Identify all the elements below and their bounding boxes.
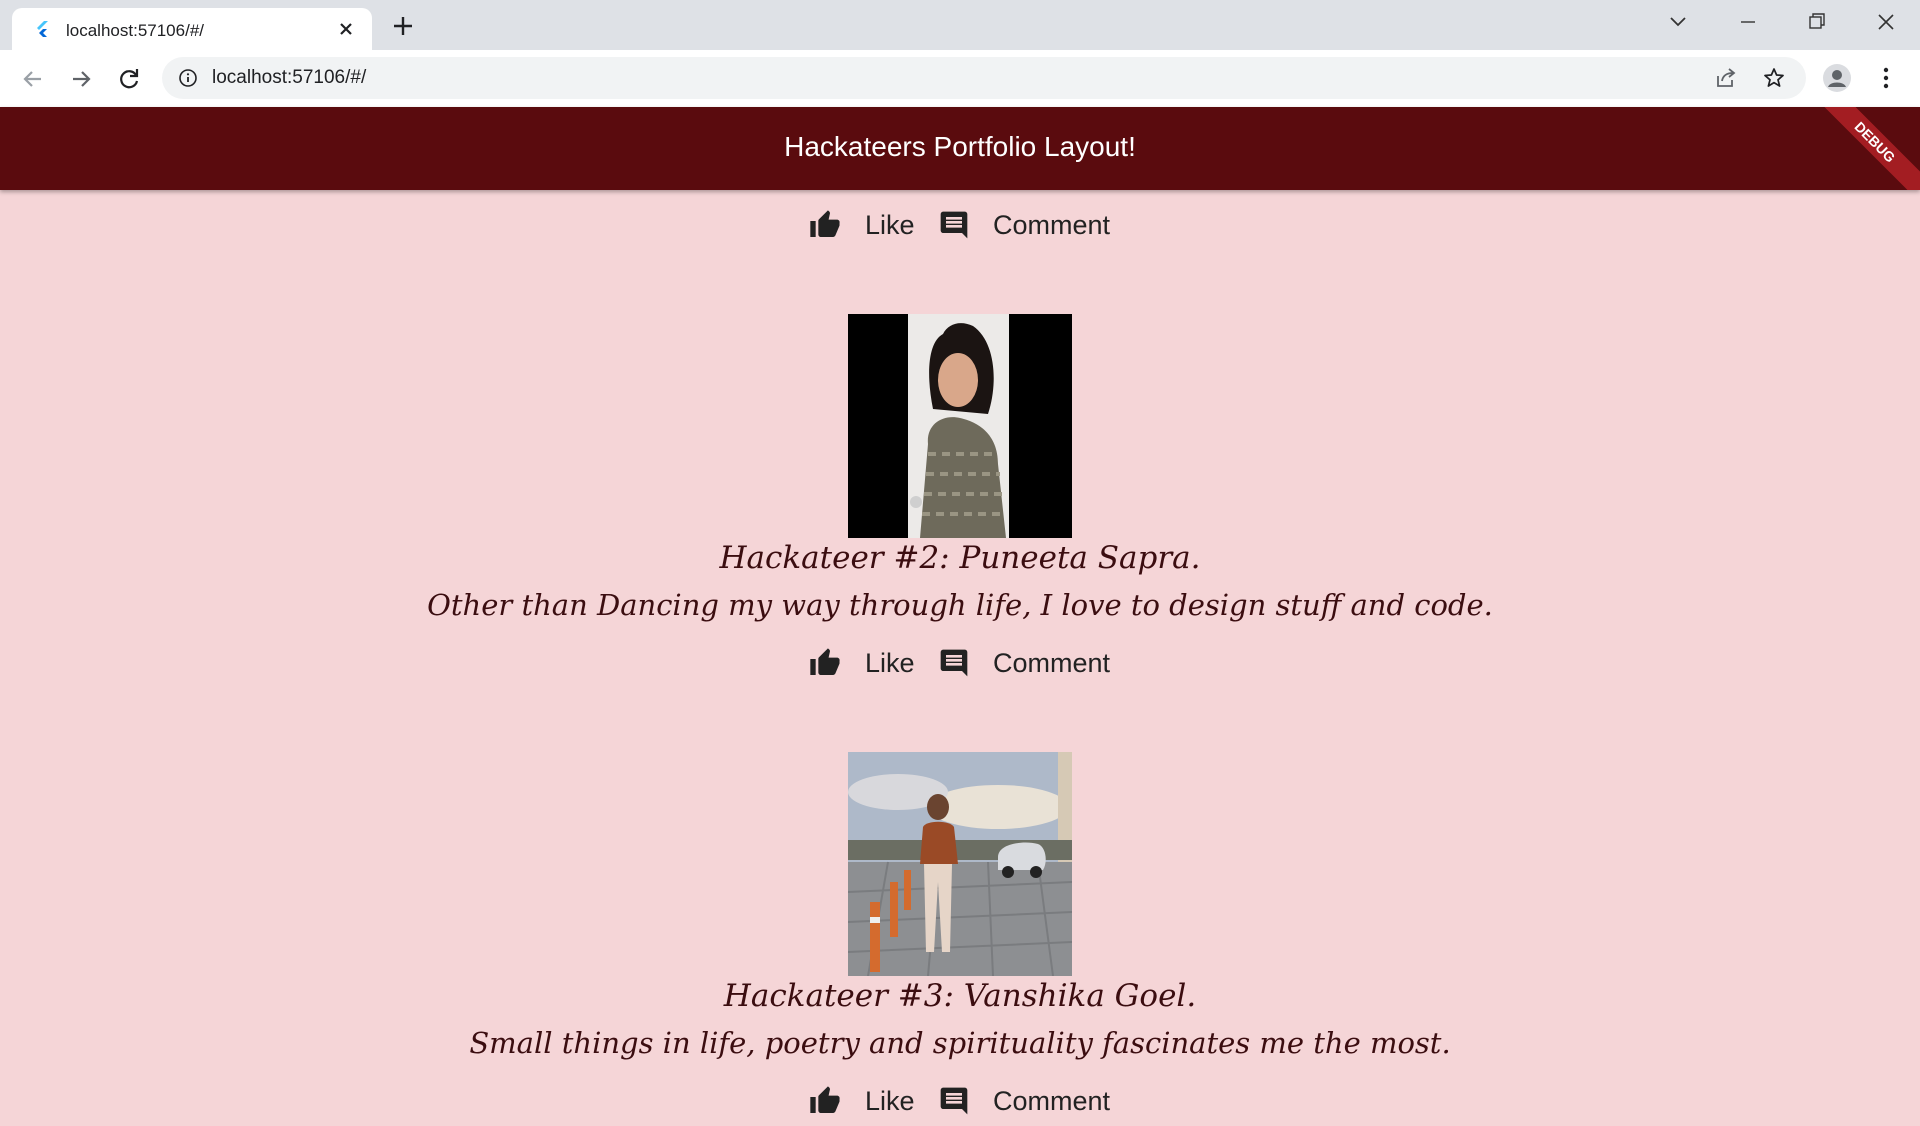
thumb-up-icon xyxy=(810,648,840,675)
like-button[interactable]: Like xyxy=(808,643,918,683)
minimize-icon[interactable] xyxy=(1730,8,1766,36)
comment-label: Comment xyxy=(993,1086,1111,1116)
hackateer-bio: Other than Dancing my way through life, … xyxy=(427,588,1493,622)
comment-button[interactable]: Comment xyxy=(937,205,1117,245)
browser-tab[interactable]: localhost:57106/#/ xyxy=(12,8,372,50)
restore-icon[interactable] xyxy=(1798,8,1834,36)
comment-label: Comment xyxy=(993,648,1111,678)
tab-search-icon[interactable] xyxy=(1660,8,1696,36)
post-actions: Like Comment xyxy=(0,205,1920,245)
new-tab-icon[interactable] xyxy=(388,11,418,41)
profile-photo xyxy=(848,752,1072,976)
close-window-icon[interactable] xyxy=(1868,8,1904,36)
flutter-icon xyxy=(37,21,48,37)
like-button[interactable]: Like xyxy=(808,205,918,245)
comment-icon xyxy=(940,649,968,677)
page-title: Hackateers Portfolio Layout! xyxy=(784,131,1136,162)
hackateer-bio: Small things in life, poetry and spiritu… xyxy=(469,1026,1451,1060)
like-label: Like xyxy=(865,210,915,240)
comment-icon xyxy=(940,1087,968,1115)
hackateer-name: Hackateer #2: Puneeta Sapra. xyxy=(719,540,1201,576)
thumb-up-icon xyxy=(810,210,840,237)
thumb-up-icon xyxy=(810,1086,840,1113)
like-label: Like xyxy=(865,648,915,678)
url-text[interactable]: localhost:57106/#/ xyxy=(212,67,366,89)
tab-title: localhost:57106/#/ xyxy=(66,21,204,40)
hackateer-name: Hackateer #3: Vanshika Goel. xyxy=(723,978,1197,1014)
forward-icon[interactable] xyxy=(66,64,96,94)
close-tab-icon[interactable] xyxy=(334,17,358,41)
comment-button[interactable]: Comment xyxy=(937,1081,1117,1121)
back-icon[interactable] xyxy=(18,64,48,94)
app-bar: Hackateers Portfolio Layout! DEBUG xyxy=(0,107,1920,190)
browser-toolbar: localhost:57106/#/ xyxy=(0,50,1920,108)
comment-icon xyxy=(940,211,968,239)
share-icon[interactable] xyxy=(1714,66,1738,90)
reload-icon[interactable] xyxy=(114,64,144,94)
comment-label: Comment xyxy=(993,210,1111,240)
profile-avatar-icon[interactable] xyxy=(1822,63,1852,93)
post-actions: Like Comment xyxy=(0,643,1920,683)
profile-photo xyxy=(848,314,1072,538)
portfolio-list[interactable]: Like Comment Hackateer #2: Puneeta Sapra… xyxy=(0,190,1920,1126)
like-button[interactable]: Like xyxy=(808,1081,918,1121)
tab-strip: localhost:57106/#/ xyxy=(0,0,1920,50)
address-bar[interactable]: localhost:57106/#/ xyxy=(162,57,1806,99)
comment-button[interactable]: Comment xyxy=(937,643,1117,683)
like-label: Like xyxy=(865,1086,915,1116)
bookmark-star-icon[interactable] xyxy=(1762,66,1786,90)
post-actions: Like Comment xyxy=(0,1081,1920,1121)
more-menu-icon[interactable] xyxy=(1874,63,1898,93)
site-info-icon[interactable] xyxy=(178,68,198,88)
